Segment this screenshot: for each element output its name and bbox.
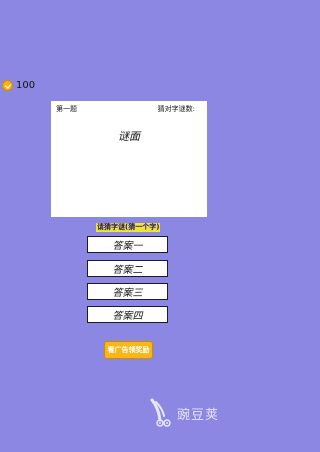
- answer-button-2[interactable]: 答案二: [87, 260, 168, 277]
- riddle-panel: 第一题 猜对字谜数: 谜面: [51, 101, 207, 217]
- watermark-text: 豌豆荚: [177, 407, 220, 423]
- solved-count-label: 猜对字谜数:: [157, 105, 195, 113]
- question-number: 第一题: [56, 105, 77, 113]
- wandoujia-logo-icon: [150, 398, 171, 427]
- coin-balance: 100: [2, 79, 35, 91]
- hint-label: 请猜字谜(猜一个字): [96, 223, 161, 232]
- coin-count: 100: [16, 79, 36, 91]
- watermark: 豌豆荚: [149, 398, 219, 428]
- watch-ad-reward-button[interactable]: 看广告领奖励: [104, 341, 153, 359]
- answer-button-4[interactable]: 答案四: [87, 306, 168, 323]
- coin-icon: [2, 79, 13, 91]
- riddle-text: 谜面: [118, 130, 140, 143]
- answer-button-1[interactable]: 答案一: [87, 236, 168, 253]
- answer-button-3[interactable]: 答案三: [87, 283, 168, 300]
